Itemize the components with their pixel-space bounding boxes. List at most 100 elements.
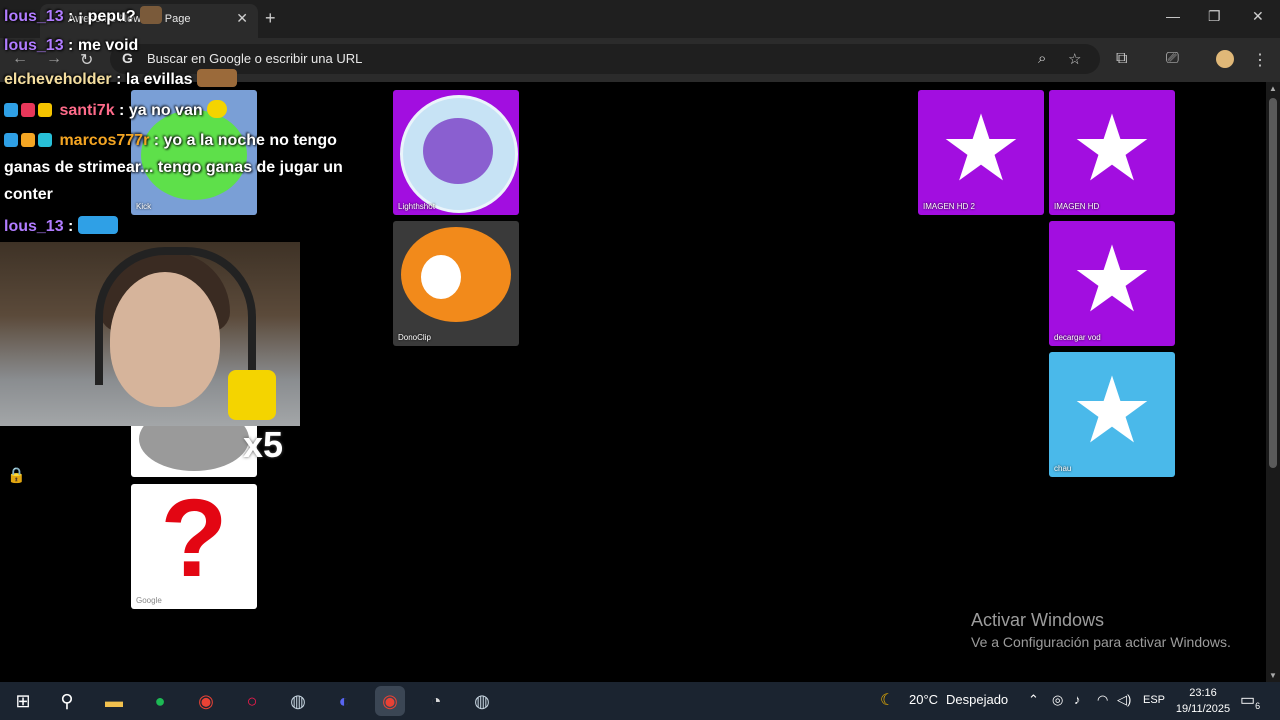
tile-google[interactable]: ? Google [131,484,257,609]
tile-imagen-hd[interactable]: ★ IMAGEN HD [1049,90,1175,215]
pixel-emoji-icon [228,370,276,420]
weather-description[interactable]: Despejado [946,692,1008,707]
extensions-icon[interactable]: ⧉ [1116,50,1127,68]
chat-message: lous_13 : [4,216,118,236]
tile-decargar-vod[interactable]: ★ decargar vod [1049,221,1175,346]
activate-windows-title: Activar Windows [971,610,1105,630]
streamer-face [110,272,220,407]
steam-helper-icon[interactable]: ◍ [467,686,497,716]
steam-icon[interactable]: ◍ [283,686,313,716]
chat-username: santi7k [59,102,115,119]
wifi-icon[interactable]: ◠ [1097,692,1108,708]
speedometer-icon[interactable]: ◔ [421,686,451,716]
webcam-overlay [0,242,300,426]
windows-start-icon[interactable]: ⊞ [8,686,38,716]
emote-icon [207,100,228,118]
browser-tab-bar: Awesome New Tab Page ✕ + — ❐ ✕ [0,0,1280,38]
emote-icon [77,216,118,234]
chat-text: : me void [68,37,139,54]
tile-donoclip[interactable]: DonoClip [393,221,519,346]
cast-icon[interactable]: ⎚ [1166,50,1179,68]
notification-icon[interactable]: ▭6 [1240,690,1260,711]
scroll-up-icon[interactable]: ▲ [1269,84,1277,93]
spotify-icon[interactable]: ● [145,686,175,716]
chat-text: : la evillas [116,71,193,88]
tile-label: Google [136,596,162,605]
bookmark-star-icon[interactable]: ☆ [1068,50,1081,68]
chat-message: lous_13 : me void [4,37,138,55]
chat-username: lous_13 [4,218,64,235]
chat-text: : ¡ pepu? [68,8,136,25]
chevron-up-icon[interactable]: ⌃ [1028,692,1039,708]
chat-message: santi7k : ya no van [4,100,228,120]
menu-icon[interactable]: ⋮ [1252,50,1268,70]
microphone-icon[interactable]: ♪ [1074,692,1081,707]
discord-icon[interactable]: ◐ [329,686,359,716]
emote-icon [197,69,238,87]
page-scrollbar[interactable]: ▲ ▼ [1266,82,1280,682]
crown-badge-icon [38,103,52,117]
clock[interactable]: 23:16 19/11/2025 [1168,685,1238,717]
address-bar[interactable]: G Buscar en Google o escribir una URL ⌕ … [110,44,1100,74]
camera-icon[interactable]: ◎ [1052,692,1063,708]
tile-label: DonoClip [398,333,431,342]
badge-icon [21,103,35,117]
chat-text: : ya no van [119,102,203,119]
badge-icon [4,103,18,117]
opera-gx-icon[interactable]: ○ [237,686,267,716]
moon-weather-icon: ☾ [880,692,895,709]
chat-text: : yo a la noche no tengo ganas de strime… [4,132,343,203]
address-bar-placeholder: Buscar en Google o escribir una URL [147,51,363,66]
language-indicator[interactable]: ESP [1143,694,1165,706]
clock-time: 23:16 [1189,687,1217,699]
chat-username: lous_13 [4,37,64,54]
puffle-image [401,227,511,322]
star-icon: ★ [939,97,1023,200]
tile-label: chau [1054,464,1072,473]
tile-label: decargar vod [1054,333,1101,342]
tile-lighthshot[interactable]: Lighthshot [393,90,519,215]
chat-message: lous_13 : ¡ pepu? [4,6,163,26]
tile-label: IMAGEN HD 2 [923,202,976,211]
lock-icon: 🔒 [7,467,26,484]
badge-icon [21,133,35,147]
activate-windows-subtitle: Ve a Configuración para activar Windows. [971,634,1231,650]
tile-chau[interactable]: ★ chau [1049,352,1175,477]
window-close-button[interactable]: ✕ [1252,8,1264,25]
chat-username: elcheveholder [4,71,112,88]
clock-date: 19/11/2025 [1175,703,1231,715]
puffle-image [400,95,518,213]
file-explorer-icon[interactable]: ▬ [99,686,129,716]
chrome-active-icon[interactable]: ◉ [375,686,405,716]
badge-icon [38,133,52,147]
badge-icon [4,133,18,147]
chat-message: elcheveholder : la evillas [4,69,238,89]
new-tab-button[interactable]: + [265,8,276,29]
star-icon: ★ [1070,228,1154,331]
tile-imagen-hd-2[interactable]: ★ IMAGEN HD 2 [918,90,1044,215]
tile-puffle-gray[interactable] [131,417,257,477]
tile-label: Lighthshot [398,202,435,211]
star-icon: ★ [1070,359,1154,462]
tile-label: IMAGEN HD [1054,202,1100,211]
chrome-icon[interactable]: ◉ [191,686,221,716]
search-icon[interactable]: ⚲ [52,686,82,716]
windows-taskbar: ⊞ ⚲ ▬ ● ◉ ○ ◍ ◐ ◉ ◔ ◍ ☾ 20°C Despejado ⌃… [0,682,1280,720]
emote-icon [140,6,163,24]
star-icon: ★ [1070,97,1154,200]
scroll-down-icon[interactable]: ▼ [1269,671,1277,680]
zoom-icon[interactable]: ⌕ [1038,50,1046,67]
restore-button[interactable]: ❐ [1208,8,1221,25]
volume-icon[interactable]: ◁) [1117,692,1131,708]
minimize-button[interactable]: — [1166,8,1180,24]
profile-icon[interactable] [1216,50,1234,68]
chat-username: marcos777r [59,132,150,149]
tab-close-icon[interactable]: ✕ [236,10,248,27]
question-mark-icon: ? [160,484,228,600]
chat-username: lous_13 [4,8,64,25]
chat-message: marcos777r : yo a la noche no tengo gana… [4,127,374,208]
scrollbar-thumb[interactable] [1269,98,1277,468]
notification-count: 6 [1255,701,1261,712]
weather-temperature[interactable]: 20°C [909,692,938,707]
emote-multiplier: x5 [243,424,284,465]
